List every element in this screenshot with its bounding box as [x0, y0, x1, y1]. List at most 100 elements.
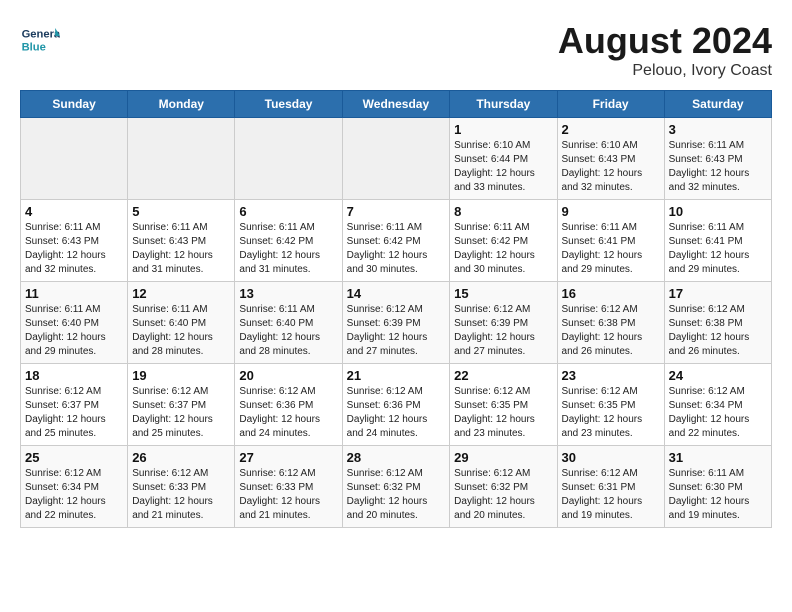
day-number: 21	[347, 368, 446, 383]
day-number: 8	[454, 204, 552, 219]
day-info: Sunrise: 6:11 AMSunset: 6:41 PMDaylight:…	[669, 221, 767, 277]
week-row-3: 11 Sunrise: 6:11 AMSunset: 6:40 PMDayligh…	[21, 282, 772, 364]
day-cell: 8 Sunrise: 6:11 AMSunset: 6:42 PMDaylight…	[450, 200, 557, 282]
day-cell	[128, 118, 235, 200]
weekday-header-sunday: Sunday	[21, 91, 128, 118]
day-number: 27	[239, 450, 337, 465]
day-info: Sunrise: 6:12 AMSunset: 6:36 PMDaylight:…	[347, 385, 446, 441]
day-cell: 1 Sunrise: 6:10 AMSunset: 6:44 PMDaylight…	[450, 118, 557, 200]
day-cell: 17 Sunrise: 6:12 AMSunset: 6:38 PMDayligh…	[664, 282, 771, 364]
header: General Blue General Blue August 2024 Pe…	[20, 20, 772, 80]
day-cell: 14 Sunrise: 6:12 AMSunset: 6:39 PMDayligh…	[342, 282, 450, 364]
day-info: Sunrise: 6:12 AMSunset: 6:33 PMDaylight:…	[239, 467, 337, 523]
day-info: Sunrise: 6:12 AMSunset: 6:33 PMDaylight:…	[132, 467, 230, 523]
day-number: 9	[562, 204, 660, 219]
day-info: Sunrise: 6:11 AMSunset: 6:43 PMDaylight:…	[132, 221, 230, 277]
weekday-header-saturday: Saturday	[664, 91, 771, 118]
day-info: Sunrise: 6:11 AMSunset: 6:42 PMDaylight:…	[239, 221, 337, 277]
title-area: August 2024 Pelouo, Ivory Coast	[558, 20, 772, 80]
day-info: Sunrise: 6:12 AMSunset: 6:34 PMDaylight:…	[25, 467, 123, 523]
weekday-header-friday: Friday	[557, 91, 664, 118]
calendar-table: SundayMondayTuesdayWednesdayThursdayFrid…	[20, 90, 772, 528]
day-cell: 21 Sunrise: 6:12 AMSunset: 6:36 PMDayligh…	[342, 364, 450, 446]
day-info: Sunrise: 6:12 AMSunset: 6:35 PMDaylight:…	[562, 385, 660, 441]
logo: General Blue General Blue	[20, 20, 60, 60]
day-info: Sunrise: 6:10 AMSunset: 6:44 PMDaylight:…	[454, 139, 552, 195]
calendar-title: August 2024	[558, 20, 772, 62]
day-info: Sunrise: 6:11 AMSunset: 6:43 PMDaylight:…	[669, 139, 767, 195]
day-number: 1	[454, 122, 552, 137]
day-cell: 6 Sunrise: 6:11 AMSunset: 6:42 PMDaylight…	[235, 200, 342, 282]
day-cell: 24 Sunrise: 6:12 AMSunset: 6:34 PMDayligh…	[664, 364, 771, 446]
day-number: 14	[347, 286, 446, 301]
day-cell: 20 Sunrise: 6:12 AMSunset: 6:36 PMDayligh…	[235, 364, 342, 446]
day-info: Sunrise: 6:11 AMSunset: 6:41 PMDaylight:…	[562, 221, 660, 277]
day-number: 30	[562, 450, 660, 465]
day-info: Sunrise: 6:11 AMSunset: 6:30 PMDaylight:…	[669, 467, 767, 523]
day-number: 10	[669, 204, 767, 219]
day-number: 6	[239, 204, 337, 219]
weekday-header-row: SundayMondayTuesdayWednesdayThursdayFrid…	[21, 91, 772, 118]
day-info: Sunrise: 6:11 AMSunset: 6:43 PMDaylight:…	[25, 221, 123, 277]
day-cell: 30Sunrise: 6:12 AMSunset: 6:31 PMDayligh…	[557, 446, 664, 528]
day-cell: 18Sunrise: 6:12 AMSunset: 6:37 PMDayligh…	[21, 364, 128, 446]
day-info: Sunrise: 6:12 AMSunset: 6:32 PMDaylight:…	[347, 467, 446, 523]
weekday-header-thursday: Thursday	[450, 91, 557, 118]
day-number: 7	[347, 204, 446, 219]
day-cell: 28 Sunrise: 6:12 AMSunset: 6:32 PMDayligh…	[342, 446, 450, 528]
day-number: 5	[132, 204, 230, 219]
day-cell: 4 Sunrise: 6:11 AMSunset: 6:43 PMDaylight…	[21, 200, 128, 282]
day-info: Sunrise: 6:12 AMSunset: 6:34 PMDaylight:…	[669, 385, 767, 441]
day-number: 24	[669, 368, 767, 383]
day-cell: 25Sunrise: 6:12 AMSunset: 6:34 PMDayligh…	[21, 446, 128, 528]
day-info: Sunrise: 6:12 AMSunset: 6:37 PMDaylight:…	[132, 385, 230, 441]
calendar-body: 1 Sunrise: 6:10 AMSunset: 6:44 PMDaylight…	[21, 118, 772, 528]
day-info: Sunrise: 6:10 AMSunset: 6:43 PMDaylight:…	[562, 139, 660, 195]
week-row-2: 4 Sunrise: 6:11 AMSunset: 6:43 PMDaylight…	[21, 200, 772, 282]
day-cell: 10 Sunrise: 6:11 AMSunset: 6:41 PMDayligh…	[664, 200, 771, 282]
svg-text:General: General	[22, 29, 60, 41]
day-info: Sunrise: 6:12 AMSunset: 6:38 PMDaylight:…	[669, 303, 767, 359]
day-number: 22	[454, 368, 552, 383]
day-number: 26	[132, 450, 230, 465]
day-cell: 5 Sunrise: 6:11 AMSunset: 6:43 PMDaylight…	[128, 200, 235, 282]
day-number: 12	[132, 286, 230, 301]
day-number: 2	[562, 122, 660, 137]
day-info: Sunrise: 6:12 AMSunset: 6:39 PMDaylight:…	[454, 303, 552, 359]
day-info: Sunrise: 6:12 AMSunset: 6:39 PMDaylight:…	[347, 303, 446, 359]
day-cell: 2 Sunrise: 6:10 AMSunset: 6:43 PMDaylight…	[557, 118, 664, 200]
day-number: 20	[239, 368, 337, 383]
day-cell: 29Sunrise: 6:12 AMSunset: 6:32 PMDayligh…	[450, 446, 557, 528]
day-number: 31	[669, 450, 767, 465]
day-info: Sunrise: 6:12 AMSunset: 6:32 PMDaylight:…	[454, 467, 552, 523]
svg-text:Blue: Blue	[22, 41, 46, 53]
day-number: 18	[25, 368, 123, 383]
day-cell: 26 Sunrise: 6:12 AMSunset: 6:33 PMDayligh…	[128, 446, 235, 528]
day-cell: 27 Sunrise: 6:12 AMSunset: 6:33 PMDayligh…	[235, 446, 342, 528]
logo-icon: General Blue	[20, 20, 60, 60]
day-cell: 13Sunrise: 6:11 AMSunset: 6:40 PMDayligh…	[235, 282, 342, 364]
day-info: Sunrise: 6:11 AMSunset: 6:40 PMDaylight:…	[239, 303, 337, 359]
day-cell	[235, 118, 342, 200]
day-cell: 16Sunrise: 6:12 AMSunset: 6:38 PMDayligh…	[557, 282, 664, 364]
day-cell: 12Sunrise: 6:11 AMSunset: 6:40 PMDayligh…	[128, 282, 235, 364]
day-info: Sunrise: 6:11 AMSunset: 6:40 PMDaylight:…	[25, 303, 123, 359]
day-number: 16	[562, 286, 660, 301]
weekday-header-tuesday: Tuesday	[235, 91, 342, 118]
day-info: Sunrise: 6:11 AMSunset: 6:42 PMDaylight:…	[347, 221, 446, 277]
day-info: Sunrise: 6:11 AMSunset: 6:42 PMDaylight:…	[454, 221, 552, 277]
day-cell	[21, 118, 128, 200]
calendar-header: SundayMondayTuesdayWednesdayThursdayFrid…	[21, 91, 772, 118]
weekday-header-wednesday: Wednesday	[342, 91, 450, 118]
day-cell: 19Sunrise: 6:12 AMSunset: 6:37 PMDayligh…	[128, 364, 235, 446]
day-number: 28	[347, 450, 446, 465]
day-cell	[342, 118, 450, 200]
day-number: 17	[669, 286, 767, 301]
day-cell: 7 Sunrise: 6:11 AMSunset: 6:42 PMDaylight…	[342, 200, 450, 282]
day-number: 11	[25, 286, 123, 301]
day-number: 23	[562, 368, 660, 383]
day-info: Sunrise: 6:12 AMSunset: 6:36 PMDaylight:…	[239, 385, 337, 441]
week-row-5: 25Sunrise: 6:12 AMSunset: 6:34 PMDayligh…	[21, 446, 772, 528]
week-row-1: 1 Sunrise: 6:10 AMSunset: 6:44 PMDaylight…	[21, 118, 772, 200]
day-number: 4	[25, 204, 123, 219]
